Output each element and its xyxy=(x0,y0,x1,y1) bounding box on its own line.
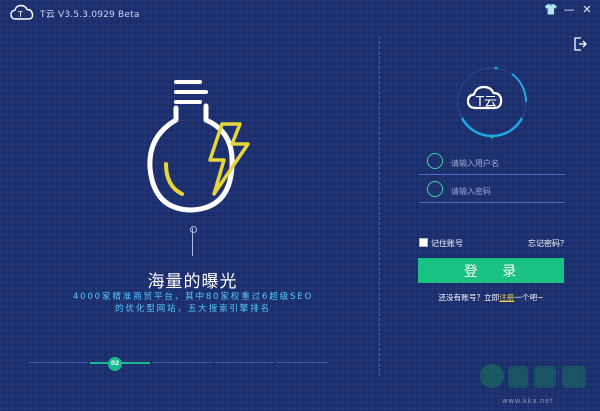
remember-label: 记住账号 xyxy=(431,239,463,248)
login-logo-text: T云 xyxy=(475,95,497,110)
username-input[interactable] xyxy=(449,154,563,172)
hero-description: 4000家精准商贸平台，其中80家权重过6超级SEO的优化型网站，五大搜索引擎排… xyxy=(72,292,314,314)
no-account-text: 还没有账号？立即 xyxy=(438,293,500,302)
lightbulb-icon xyxy=(147,80,235,213)
logout-icon[interactable] xyxy=(572,36,588,52)
watermark-url: www.kkx.net xyxy=(502,397,554,405)
app-title: T云 V3.5.3.0929 Beta xyxy=(40,10,140,20)
login-logo: T云 xyxy=(457,66,528,139)
connector-line xyxy=(192,228,193,256)
register-link[interactable]: 注册 xyxy=(499,293,514,302)
progress-segment-1[interactable] xyxy=(28,362,88,363)
close-button[interactable]: ✕ xyxy=(580,3,594,17)
user-icon xyxy=(427,153,443,169)
panel-divider xyxy=(379,36,380,376)
password-field xyxy=(419,178,565,203)
register-prompt: 还没有账号？立即注册一个吧~ xyxy=(418,292,564,303)
login-button[interactable]: 登 录 xyxy=(418,258,564,283)
hero-title: 海量的曝光 xyxy=(147,272,238,292)
forgot-password-link[interactable]: 忘记密码？ xyxy=(528,238,568,249)
close-icon: ✕ xyxy=(582,3,592,16)
skin-button[interactable]: 👕 xyxy=(544,3,558,17)
carousel-step-indicator[interactable]: 02 xyxy=(108,357,122,371)
progress-segment-5[interactable] xyxy=(276,362,328,363)
progress-segment-3[interactable] xyxy=(152,362,212,363)
password-input[interactable] xyxy=(449,182,563,200)
site-watermark xyxy=(480,364,586,388)
remember-account[interactable]: 记住账号 xyxy=(419,238,463,249)
lock-icon xyxy=(427,181,443,197)
shirt-icon: 👕 xyxy=(544,3,558,16)
background-pattern xyxy=(0,0,600,411)
cloud-logo-icon: T xyxy=(10,4,34,20)
username-field xyxy=(419,150,565,175)
lightbulb-illustration xyxy=(147,80,250,213)
progress-segment-4[interactable] xyxy=(214,362,274,363)
minimize-icon: — xyxy=(563,3,575,16)
cloud-logo-icon: T云 xyxy=(466,85,503,110)
register-suffix: 一个吧~ xyxy=(514,293,544,302)
minimize-button[interactable]: — xyxy=(562,3,576,17)
carousel-progress xyxy=(28,362,328,365)
remember-checkbox[interactable] xyxy=(419,238,428,247)
svg-text:T: T xyxy=(17,10,23,19)
title-bar: T T云 V3.5.3.0929 Beta 👕 — ✕ xyxy=(0,0,600,24)
